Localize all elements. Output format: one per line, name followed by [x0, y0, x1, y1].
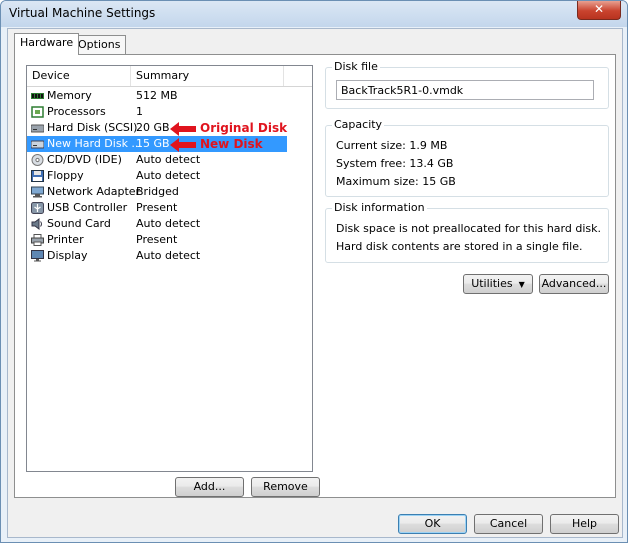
device-name: Network Adapter — [47, 185, 141, 198]
device-summary: 15 GB — [136, 137, 170, 150]
advanced-button[interactable]: Advanced... — [539, 274, 609, 294]
disk-file-title: Disk file — [332, 60, 380, 73]
usb-icon — [31, 202, 44, 214]
current-size-label: Current size: 1.9 MB — [336, 139, 448, 152]
vm-settings-window: Virtual Machine Settings ✕ Hardware Opti… — [0, 0, 628, 543]
device-summary: 1 — [136, 105, 143, 118]
disk-info-line-1: Disk space is not preallocated for this … — [336, 222, 601, 235]
device-summary: Auto detect — [136, 217, 201, 230]
remove-button[interactable]: Remove — [251, 477, 320, 497]
speaker-icon — [31, 218, 42, 230]
device-row-display[interactable]: Display Auto detect — [27, 248, 200, 264]
red-arrow-icon — [170, 122, 196, 136]
close-button[interactable]: ✕ — [577, 1, 621, 20]
device-summary: 512 MB — [136, 89, 178, 102]
floppy-icon — [31, 170, 44, 182]
device-list[interactable]: Device Summary Memory 512 MB Processors … — [26, 65, 313, 472]
device-name: Sound Card — [47, 217, 111, 230]
device-summary: Auto detect — [136, 249, 201, 262]
capacity-group: Capacity Current size: 1.9 MB System fre… — [325, 118, 609, 197]
device-summary: Bridged — [136, 185, 179, 198]
printer-icon — [31, 234, 44, 246]
chevron-down-icon: ▼ — [516, 280, 525, 289]
device-summary: Present — [136, 201, 178, 214]
tab-options[interactable]: Options — [72, 35, 127, 54]
ok-button[interactable]: OK — [398, 514, 467, 534]
device-name: Display — [47, 249, 88, 262]
device-row-cd-dvd[interactable]: CD/DVD (IDE) Auto detect — [27, 152, 200, 168]
display-icon — [31, 250, 44, 262]
tab-hardware[interactable]: Hardware — [14, 33, 80, 55]
device-row-processors[interactable]: Processors 1 — [27, 104, 143, 120]
disk-file-group: Disk file BackTrack5R1-0.vmdk — [325, 60, 609, 109]
device-row-network-adapter[interactable]: Network Adapter Bridged — [27, 184, 179, 200]
column-header-device[interactable]: Device — [27, 66, 131, 86]
new-disk-annotation: New Disk — [200, 137, 263, 151]
column-header-summary[interactable]: Summary — [131, 66, 284, 86]
title-bar[interactable]: Virtual Machine Settings ✕ — [1, 1, 627, 27]
disk-information-title: Disk information — [332, 201, 427, 214]
device-row-sound-card[interactable]: Sound Card Auto detect — [27, 216, 200, 232]
device-name: Hard Disk (SCSI) — [47, 121, 138, 134]
device-row-memory[interactable]: Memory 512 MB — [27, 88, 178, 104]
hard-disk-icon — [31, 124, 44, 133]
disk-file-input[interactable]: BackTrack5R1-0.vmdk — [336, 80, 594, 100]
hardware-panel: Device Summary Memory 512 MB Processors … — [14, 54, 616, 498]
device-name: CD/DVD (IDE) — [47, 153, 122, 166]
device-row-usb-controller[interactable]: USB Controller Present — [27, 200, 177, 216]
device-row-printer[interactable]: Printer Present — [27, 232, 177, 248]
original-disk-annotation: Original Disk — [200, 121, 288, 135]
dialog-body: Hardware Options Device Summary Memory 5… — [7, 28, 623, 538]
add-button[interactable]: Add... — [175, 477, 244, 497]
device-name: Floppy — [47, 169, 84, 182]
help-button[interactable]: Help — [550, 514, 619, 534]
device-list-header: Device Summary — [27, 66, 312, 87]
disk-information-group: Disk information Disk space is not preal… — [325, 201, 609, 263]
utilities-label: Utilities — [471, 277, 513, 290]
processor-icon — [31, 106, 44, 118]
device-name: Memory — [47, 89, 92, 102]
device-name: Processors — [47, 105, 106, 118]
device-summary: 20 GB — [136, 121, 170, 134]
device-summary: Auto detect — [136, 153, 201, 166]
device-name: Printer — [47, 233, 84, 246]
device-name: USB Controller — [47, 201, 128, 214]
window-title: Virtual Machine Settings — [9, 6, 156, 20]
capacity-title: Capacity — [332, 118, 385, 131]
red-arrow-icon — [170, 138, 196, 152]
device-summary: Present — [136, 233, 178, 246]
disk-info-line-2: Hard disk contents are stored in a singl… — [336, 240, 583, 253]
hard-disk-icon — [31, 140, 44, 149]
system-free-label: System free: 13.4 GB — [336, 157, 454, 170]
cancel-button[interactable]: Cancel — [474, 514, 543, 534]
maximum-size-label: Maximum size: 15 GB — [336, 175, 456, 188]
device-row-hard-disk-scsi[interactable]: Hard Disk (SCSI) 20 GB — [27, 120, 170, 136]
utilities-button[interactable]: Utilities ▼ — [463, 274, 533, 294]
memory-icon — [31, 93, 44, 99]
device-summary: Auto detect — [136, 169, 201, 182]
network-adapter-icon — [31, 186, 44, 198]
device-name: New Hard Disk ... — [47, 137, 142, 150]
cd-dvd-icon — [31, 154, 44, 166]
device-row-floppy[interactable]: Floppy Auto detect — [27, 168, 200, 184]
